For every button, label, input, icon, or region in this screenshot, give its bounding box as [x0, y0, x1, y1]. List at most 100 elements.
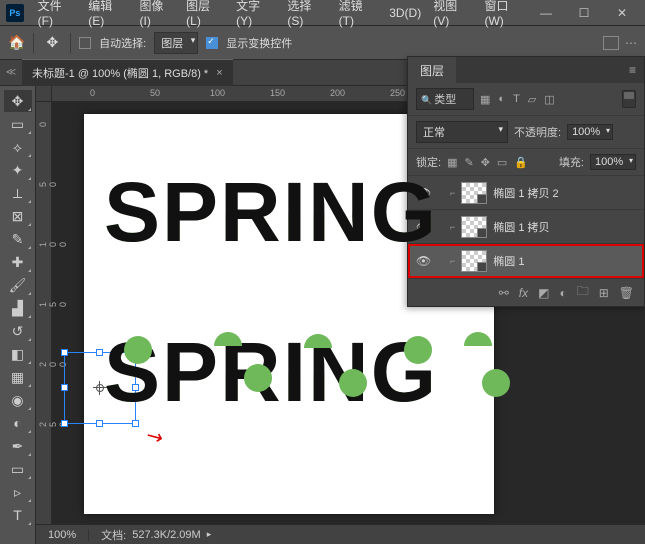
auto-select-checkbox[interactable]: [79, 37, 91, 49]
doc-info-menu-icon[interactable]: ▸: [207, 529, 212, 540]
shape-tool[interactable]: ▭: [4, 458, 32, 480]
filter-shape-icon[interactable]: ▱: [528, 93, 536, 106]
path-select-tool[interactable]: ▹: [4, 481, 32, 503]
move-tool-icon: ✥: [42, 34, 62, 51]
link-layers-icon[interactable]: ⚯: [499, 286, 509, 300]
link-icon: ⌐: [450, 256, 455, 266]
new-layer-icon[interactable]: ⊞: [599, 286, 609, 300]
move-tool[interactable]: ✥: [4, 90, 32, 112]
more-options-icon[interactable]: ⋯: [625, 36, 637, 50]
menu-view[interactable]: 视图(V): [427, 0, 478, 32]
link-icon: ⌐: [450, 188, 455, 198]
document-tab[interactable]: 未标题-1 @ 100% (椭圆 1, RGB/8) * ×: [22, 59, 233, 86]
layer-thumbnail[interactable]: [461, 250, 487, 272]
lock-pixels-icon[interactable]: ✎: [464, 156, 473, 169]
layer-row-selected[interactable]: 👁 ⌐ 椭圆 1: [408, 244, 644, 278]
layer-thumbnail[interactable]: [461, 216, 487, 238]
auto-select-label: 自动选择:: [99, 35, 146, 51]
close-button[interactable]: ✕: [609, 6, 635, 20]
menu-layer[interactable]: 图层(L): [180, 0, 230, 32]
layer-name[interactable]: 椭圆 1 拷贝 2: [493, 185, 558, 201]
lock-all-icon[interactable]: 🔒: [514, 156, 528, 169]
handle-top-left[interactable]: [61, 349, 68, 356]
handle-bot-right[interactable]: [132, 420, 139, 427]
show-transform-label: 显示变换控件: [226, 35, 292, 51]
canvas[interactable]: SPRING SPRING SPRING SPRING: [84, 114, 494, 514]
doc-info-label: 文档:: [101, 527, 126, 543]
home-icon[interactable]: 🏠: [8, 34, 25, 51]
handle-mid-left[interactable]: [61, 384, 68, 391]
close-tab-icon[interactable]: ×: [216, 67, 222, 79]
frame-tool[interactable]: ⊠: [4, 205, 32, 227]
lock-position-icon[interactable]: ✥: [481, 156, 490, 169]
delete-layer-icon[interactable]: 🗑: [619, 286, 634, 300]
layer-row[interactable]: 👁 ⌐ 椭圆 1 拷贝: [408, 210, 644, 244]
menu-type[interactable]: 文字(Y): [230, 0, 281, 32]
fill-input[interactable]: 100%: [590, 154, 636, 170]
filter-smart-icon[interactable]: ◫: [544, 93, 554, 106]
brush-tool[interactable]: 🖌: [4, 274, 32, 296]
type-tool[interactable]: T: [4, 504, 32, 526]
layer-row[interactable]: 👁 ⌐ 椭圆 1 拷贝 2: [408, 176, 644, 210]
app-logo: Ps: [6, 4, 24, 22]
filter-type-icon[interactable]: T: [513, 93, 520, 105]
dodge-tool[interactable]: ◐: [4, 412, 32, 434]
collapse-panels-icon[interactable]: ≪: [0, 67, 22, 78]
layer-name[interactable]: 椭圆 1 拷贝: [493, 219, 549, 235]
menu-filter[interactable]: 滤镜(T): [333, 0, 384, 32]
eraser-tool[interactable]: ◧: [4, 343, 32, 365]
lock-artboard-icon[interactable]: ▭: [497, 156, 507, 169]
blend-mode-select[interactable]: 正常: [416, 121, 508, 143]
crop-tool[interactable]: ⟂: [4, 182, 32, 204]
handle-top-mid[interactable]: [96, 349, 103, 356]
opacity-label: 不透明度:: [514, 124, 561, 140]
filter-toggle[interactable]: [622, 90, 636, 108]
panel-tab-layers[interactable]: 图层: [408, 57, 456, 84]
layer-list: 👁 ⌐ 椭圆 1 拷贝 2 👁 ⌐ 椭圆 1 拷贝 👁 ⌐ 椭圆 1: [408, 176, 644, 278]
layers-panel-footer: ⚯ fx ◩ ◐ 🗀 ⊞ 🗑: [408, 278, 644, 306]
eyedropper-tool[interactable]: ✎: [4, 228, 32, 250]
tool-bar: ✥ ▭ ⟡ ✦ ⟂ ⊠ ✎ ✚ 🖌 ▟ ↺ ◧ ▦ ◉ ◐ ✒ ▭ ▹ T: [0, 86, 36, 544]
menu-bar: Ps 文件(F) 编辑(E) 图像(I) 图层(L) 文字(Y) 选择(S) 滤…: [0, 0, 645, 26]
maximize-button[interactable]: ☐: [571, 6, 597, 20]
ruler-vertical[interactable]: 0 50 100 150 200 250: [36, 102, 52, 528]
link-icon: ⌐: [450, 222, 455, 232]
opacity-input[interactable]: 100%: [567, 124, 613, 140]
layer-group-icon[interactable]: 🗀: [577, 282, 589, 303]
minimize-button[interactable]: —: [533, 6, 559, 20]
magic-wand-tool[interactable]: ✦: [4, 159, 32, 181]
lock-transparency-icon[interactable]: ▦: [447, 156, 457, 169]
healing-tool[interactable]: ✚: [4, 251, 32, 273]
filter-pixel-icon[interactable]: ▦: [480, 93, 490, 106]
menu-select[interactable]: 选择(S): [281, 0, 332, 32]
layer-effects-icon[interactable]: fx: [519, 286, 528, 300]
menu-window[interactable]: 窗口(W): [478, 0, 533, 32]
handle-bot-left[interactable]: [61, 420, 68, 427]
layers-panel: 图层 ≡ 类型 ▦ ◐ T ▱ ◫ 正常 不透明度: 100% 锁定: ▦ ✎ …: [407, 56, 645, 307]
panel-menu-icon[interactable]: ≡: [621, 63, 644, 77]
ruler-origin[interactable]: [36, 86, 52, 102]
history-brush-tool[interactable]: ↺: [4, 320, 32, 342]
gradient-tool[interactable]: ▦: [4, 366, 32, 388]
layer-thumbnail[interactable]: [461, 182, 487, 204]
document-title: 未标题-1 @ 100% (椭圆 1, RGB/8) *: [32, 65, 208, 81]
marquee-tool[interactable]: ▭: [4, 113, 32, 135]
menu-edit[interactable]: 编辑(E): [82, 0, 133, 32]
filter-adjust-icon[interactable]: ◐: [498, 93, 505, 105]
layer-mask-icon[interactable]: ◩: [538, 286, 549, 300]
menu-3d[interactable]: 3D(D): [383, 2, 427, 24]
zoom-level[interactable]: 100%: [36, 529, 89, 541]
layer-name[interactable]: 椭圆 1: [493, 253, 524, 269]
align-icon[interactable]: [603, 36, 619, 50]
menu-file[interactable]: 文件(F): [32, 0, 83, 32]
show-transform-checkbox[interactable]: [206, 37, 218, 49]
layer-filter-kind[interactable]: 类型: [416, 88, 474, 110]
adjustment-layer-icon[interactable]: ◐: [559, 286, 566, 300]
auto-select-target[interactable]: 图层: [154, 32, 198, 54]
pen-tool[interactable]: ✒: [4, 435, 32, 457]
blur-tool[interactable]: ◉: [4, 389, 32, 411]
lasso-tool[interactable]: ⟡: [4, 136, 32, 158]
handle-bot-mid[interactable]: [96, 420, 103, 427]
stamp-tool[interactable]: ▟: [4, 297, 32, 319]
menu-image[interactable]: 图像(I): [134, 0, 181, 32]
